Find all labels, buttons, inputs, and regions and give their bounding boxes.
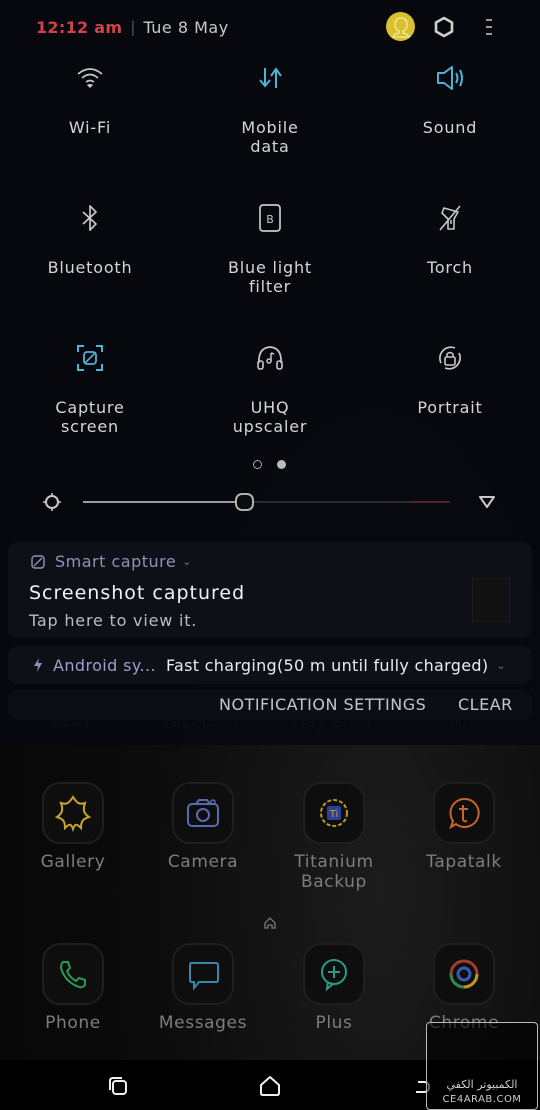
sound-icon (430, 58, 470, 98)
brightness-slider-fill (83, 501, 245, 503)
notification-header: Smart capture ⌄ (30, 552, 192, 571)
tile-label: Wi-Fi (68, 118, 112, 137)
app-gallery[interactable]: Gallery (8, 782, 138, 872)
notification-settings-button[interactable]: NOTIFICATION SETTINGS (219, 695, 426, 714)
tile-uhq-upscaler[interactable]: UHQ upscaler (180, 338, 360, 436)
capture-screen-icon (70, 338, 110, 378)
tapatalk-icon (433, 782, 495, 844)
notification-smart-capture[interactable]: Smart capture ⌄ Screenshot captured Tap … (8, 542, 532, 638)
chevron-down-icon[interactable]: ⌄ (182, 555, 192, 568)
brightness-slider[interactable] (83, 493, 450, 511)
mobile-data-icon (250, 58, 290, 98)
tile-label: Mobile data (241, 118, 299, 156)
page-dot[interactable] (253, 460, 262, 469)
app-camera[interactable]: Camera (138, 782, 268, 872)
watermark-text: CE4ARAB.COM (442, 1094, 522, 1105)
app-label: Phone (45, 1013, 101, 1033)
notification-text: Fast charging(50 m until fully charged) (165, 655, 489, 675)
smart-capture-icon (31, 554, 45, 569)
torch-icon (430, 198, 470, 238)
notification-title: Screenshot captured (29, 582, 246, 604)
chrome-icon (433, 943, 495, 1005)
uhq-upscaler-icon (250, 338, 290, 378)
wifi-icon (70, 58, 110, 98)
tile-label: UHQ upscaler (232, 398, 308, 436)
edit-tiles-menu-icon[interactable] (482, 16, 496, 38)
bluetooth-icon (70, 198, 110, 238)
app-label: Gallery (40, 852, 106, 872)
tile-capture-screen[interactable]: Capture screen (0, 338, 180, 436)
lightning-bolt-icon (34, 658, 42, 672)
status-date: Tue 8 May (143, 17, 229, 37)
tile-blue-light-filter[interactable]: B Blue light filter (180, 198, 360, 296)
chevron-down-icon[interactable]: ⌄ (496, 659, 505, 672)
app-tapatalk[interactable]: Tapatalk (399, 782, 529, 872)
status-time: 12:12 am (36, 17, 123, 37)
tile-label: Capture screen (55, 398, 125, 436)
notification-app-name: Smart capture (55, 552, 177, 571)
notification-charging[interactable]: Android sy... Fast charging(50 m until f… (8, 646, 532, 684)
brightness-slider-thumb[interactable] (235, 493, 255, 511)
brightness-icon (42, 492, 62, 512)
tile-portrait[interactable]: Portrait (360, 338, 540, 417)
app-label: Messages (158, 1013, 248, 1033)
app-label: Tapatalk (426, 852, 502, 872)
messages-icon (172, 943, 234, 1005)
notification-shade: 12:12 am | Tue 8 May Wi-Fi Mobile data S… (0, 0, 540, 745)
phone-icon (42, 943, 104, 1005)
tile-label: Bluetooth (47, 258, 133, 277)
status-separator: | (130, 18, 136, 36)
notification-actions: NOTIFICATION SETTINGS CLEAR (8, 690, 532, 720)
brightness-slider-end (410, 501, 450, 503)
tile-mobile-data[interactable]: Mobile data (180, 58, 360, 156)
page-dot-active[interactable] (277, 460, 286, 469)
blue-light-filter-icon: B (250, 198, 290, 238)
app-messages[interactable]: Messages (138, 943, 268, 1033)
camera-icon (172, 782, 234, 844)
screenshot-thumbnail[interactable] (472, 578, 510, 622)
app-label: Titanium Backup (294, 852, 374, 892)
tile-wifi[interactable]: Wi-Fi (0, 58, 180, 137)
tile-label: Torch (426, 258, 473, 277)
app-plus[interactable]: Plus (269, 943, 399, 1033)
notification-body: Tap here to view it. (29, 611, 198, 630)
brightness-control (0, 490, 540, 514)
tile-label: Portrait (417, 398, 483, 417)
app-phone[interactable]: Phone (8, 943, 138, 1033)
app-label: Plus (315, 1013, 353, 1033)
app-label: Camera (167, 852, 239, 872)
home-icon[interactable] (258, 1074, 282, 1098)
tile-bluetooth[interactable]: Bluetooth (0, 198, 180, 277)
settings-gear-icon[interactable] (433, 16, 455, 38)
clear-button[interactable]: CLEAR (458, 695, 513, 714)
recents-icon[interactable] (106, 1074, 130, 1098)
app-titanium-backup[interactable]: Ti Titanium Backup (269, 782, 399, 892)
plus-icon (303, 943, 365, 1005)
svg-text:B: B (266, 213, 274, 226)
watermark-logo: الكمبيوتر الكفي CE4ARAB.COM (426, 1022, 538, 1110)
tile-label: Sound (422, 118, 478, 137)
app-chrome[interactable]: Chrome (399, 943, 529, 1033)
expand-chevron-icon[interactable] (478, 494, 496, 510)
tiles-page-indicator (253, 460, 286, 469)
home-page-indicator-icon (262, 915, 278, 931)
status-bar: 12:12 am | Tue 8 May (36, 12, 229, 42)
tile-label: Blue light filter (228, 258, 312, 296)
portrait-lock-icon (430, 338, 470, 378)
user-avatar[interactable] (386, 12, 415, 41)
tile-torch[interactable]: Torch (360, 198, 540, 277)
titanium-backup-icon: Ti (303, 782, 365, 844)
watermark-arabic: الكمبيوتر الكفي (446, 1078, 518, 1091)
svg-text:Ti: Ti (329, 809, 339, 820)
user-icon (391, 16, 410, 38)
gallery-icon (42, 782, 104, 844)
notification-app-name: Android sy... (53, 655, 156, 675)
tile-sound[interactable]: Sound (360, 58, 540, 137)
